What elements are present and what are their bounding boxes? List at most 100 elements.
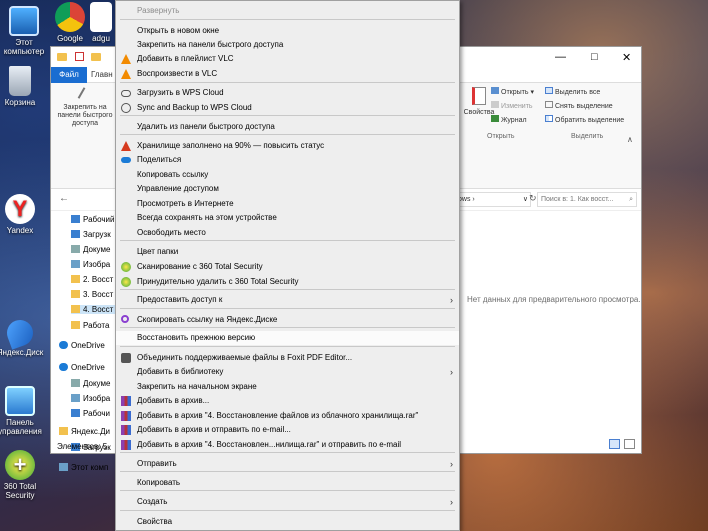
- refresh-icon[interactable]: ↻: [529, 193, 537, 204]
- minimize-button[interactable]: —: [555, 51, 566, 63]
- context-menu: Развернуть Открыть в новом окне Закрепить …: [115, 0, 460, 531]
- menu-item[interactable]: Предоставить доступ к ›: [116, 293, 459, 307]
- winrar-icon: [121, 411, 131, 421]
- menu-item[interactable]: Копировать ссылку: [116, 168, 459, 182]
- vlc-cone-icon: [121, 54, 131, 64]
- select-all-label: Выделить все: [555, 89, 601, 96]
- menu-item[interactable]: Свойства: [116, 515, 459, 529]
- tree-item[interactable]: Яндекс.Ди: [59, 427, 110, 436]
- menu-item[interactable]: Восстановить прежнюю версию: [116, 331, 459, 345]
- tab-home[interactable]: Главн: [91, 67, 113, 83]
- tree-item[interactable]: OneDrive: [59, 341, 105, 350]
- tree-item[interactable]: Изобра: [71, 394, 110, 403]
- close-button[interactable]: ✕: [622, 51, 631, 64]
- desktop-icon-label: Google: [57, 34, 83, 43]
- menu-item[interactable]: Добавить в библиотеку ›: [116, 365, 459, 379]
- tree-item-label: 4. Восст: [83, 305, 114, 314]
- invert-selection-button[interactable]: Обратить выделение: [545, 115, 624, 124]
- menu-item[interactable]: Воспроизвести в VLC: [116, 67, 459, 81]
- menu-separator: [120, 452, 455, 453]
- menu-item[interactable]: Добавить в архив "4. Восстановление файл…: [116, 409, 459, 423]
- recycle-bin-icon: [9, 66, 31, 96]
- menu-item[interactable]: Sync and Backup to WPS Cloud: [116, 101, 459, 115]
- desktop-icon-yandex-disk[interactable]: Яндекс.Диск: [0, 316, 44, 357]
- menu-item-label: Копировать ссылку: [137, 170, 209, 179]
- menu-item[interactable]: Принудительно удалить с 360 Total Securi…: [116, 275, 459, 289]
- menu-item[interactable]: Отправить ›: [116, 457, 459, 471]
- desktop-icon-360-total-security[interactable]: + 360 Total Security: [0, 450, 44, 500]
- menu-item[interactable]: Загрузить в WPS Cloud: [116, 86, 459, 100]
- menu-item[interactable]: Поделиться: [116, 153, 459, 167]
- tree-item[interactable]: Докуме: [71, 245, 110, 254]
- tree-item[interactable]: 2. Восст: [71, 275, 113, 284]
- file-icon: [90, 2, 112, 32]
- vlc-cone-icon: [121, 69, 131, 79]
- tree-item[interactable]: OneDrive: [59, 363, 105, 372]
- menu-item[interactable]: Создать ›: [116, 495, 459, 509]
- tree-item[interactable]: 3. Восст: [71, 290, 113, 299]
- desktop-icon-yandex[interactable]: Y Yandex: [0, 194, 44, 235]
- desktop-icon-control-panel[interactable]: Панель управления: [0, 386, 44, 436]
- select-none-button[interactable]: Снять выделение: [545, 101, 613, 110]
- menu-item[interactable]: Просмотреть в Интернете: [116, 197, 459, 211]
- menu-item[interactable]: Закрепить на панели быстрого доступа: [116, 38, 459, 52]
- menu-item-label: Удалить из панели быстрого доступа: [137, 122, 275, 131]
- menu-item-label: Закрепить на начальном экране: [137, 382, 257, 391]
- menu-item[interactable]: Развернуть: [116, 4, 459, 18]
- pin-quick-access-button[interactable]: Закрепить на панели быстрого доступа: [55, 87, 115, 128]
- menu-item[interactable]: Сканирование с 360 Total Security: [116, 260, 459, 274]
- menu-item[interactable]: Добавить в архив "4. Восстановлен...нили…: [116, 438, 459, 452]
- journal-button[interactable]: Журнал: [491, 115, 527, 124]
- tree-item[interactable]: 4. Восст: [71, 305, 120, 314]
- address-bar[interactable]: ows › ∨: [455, 192, 531, 207]
- details-view-icon[interactable]: [609, 439, 620, 449]
- desktop-icon-recycle-bin[interactable]: Корзина: [0, 66, 44, 107]
- tree-item[interactable]: Этот комп: [59, 463, 108, 472]
- menu-item[interactable]: Удалить из панели быстрого доступа: [116, 120, 459, 134]
- tree-item[interactable]: Загрузк: [71, 230, 111, 239]
- menu-item-label: Освободить место: [137, 228, 206, 237]
- menu-item[interactable]: Открыть в новом окне: [116, 24, 459, 38]
- menu-item[interactable]: Добавить в архив...: [116, 394, 459, 408]
- menu-item[interactable]: Добавить в плейлист VLC: [116, 52, 459, 66]
- menu-item[interactable]: Всегда сохранять на этом устройстве: [116, 211, 459, 225]
- tree-item-label: OneDrive: [71, 363, 105, 372]
- pin-icon: [77, 87, 93, 103]
- ribbon-collapse-icon[interactable]: ∧: [627, 135, 633, 144]
- tree-item[interactable]: Работа: [71, 321, 109, 330]
- onedrive-cloud-icon: [121, 157, 131, 163]
- edit-button[interactable]: Изменить: [491, 101, 533, 110]
- menu-item[interactable]: Добавить в архив и отправить по e-mail..…: [116, 423, 459, 437]
- menu-item-label: Добавить в плейлист VLC: [137, 54, 234, 63]
- menu-item[interactable]: Хранилище заполнено на 90% — повысить ст…: [116, 139, 459, 153]
- desktop-icon-this-pc[interactable]: Этот компьютер: [0, 6, 48, 56]
- menu-item[interactable]: Освободить место: [116, 226, 459, 240]
- menu-item[interactable]: Закрепить на начальном экране: [116, 380, 459, 394]
- tree-item[interactable]: Изобра: [71, 260, 110, 269]
- select-all-button[interactable]: Выделить все: [545, 87, 600, 96]
- select-none-label: Снять выделение: [555, 103, 613, 110]
- back-arrow-icon[interactable]: ←: [59, 193, 69, 204]
- tree-item[interactable]: Рабочи: [71, 409, 110, 418]
- tiles-view-icon[interactable]: [624, 439, 635, 449]
- menu-item[interactable]: Объединить поддерживаемые файлы в Foxit …: [116, 351, 459, 365]
- chevron-down-icon[interactable]: ∨: [523, 193, 528, 207]
- maximize-button[interactable]: □: [591, 51, 598, 63]
- search-input[interactable]: Поиск в: 1. Как восст... ⌕: [537, 192, 637, 207]
- tree-item[interactable]: Докуме: [71, 379, 110, 388]
- open-button[interactable]: Открыть ▾: [491, 87, 534, 96]
- menu-separator: [120, 510, 455, 511]
- menu-item[interactable]: Управление доступом: [116, 182, 459, 196]
- yandex-browser-icon: Y: [5, 194, 35, 224]
- menu-separator: [120, 346, 455, 347]
- desktop-icon-adguard[interactable]: adgu: [86, 2, 116, 43]
- menu-item[interactable]: Цвет папки: [116, 245, 459, 259]
- 360-security-icon: [121, 277, 131, 287]
- tab-file[interactable]: Файл: [51, 67, 87, 83]
- menu-item[interactable]: Скопировать ссылку на Яндекс.Диске: [116, 313, 459, 327]
- folder-icon: [71, 260, 80, 268]
- navigation-pane: Рабочий Загрузк Докуме Изобра 2. Восст 3. Вос…: [51, 211, 120, 472]
- desktop-icon-label: Этот компьютер: [3, 38, 45, 56]
- tree-item[interactable]: Рабочий: [71, 215, 114, 224]
- menu-item[interactable]: Копировать: [116, 476, 459, 490]
